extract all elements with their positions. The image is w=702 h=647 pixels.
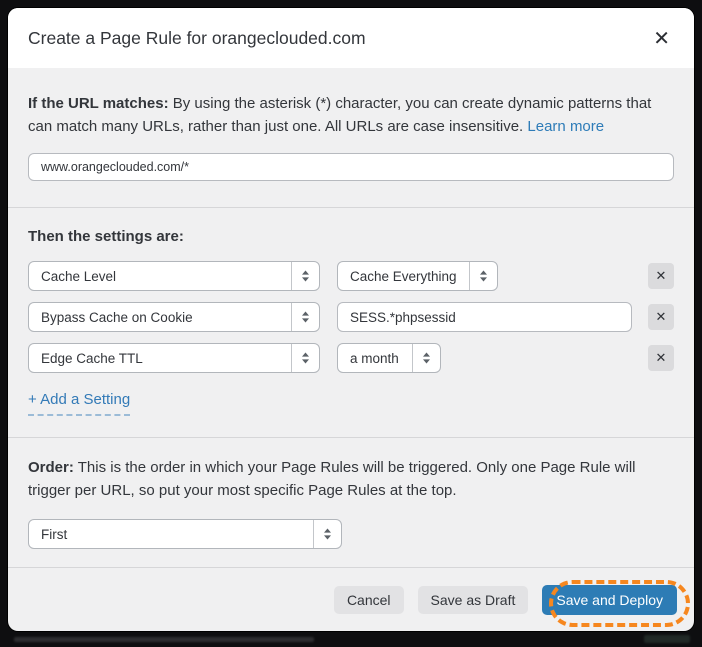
url-match-description: If the URL matches: By using the asteris… bbox=[28, 92, 674, 138]
cancel-button[interactable]: Cancel bbox=[334, 586, 404, 614]
modal-title: Create a Page Rule for orangeclouded.com bbox=[28, 28, 366, 49]
stepper-icon bbox=[469, 262, 497, 290]
setting-row-edge-cache-ttl: Edge Cache TTL a month ✕ bbox=[28, 343, 674, 373]
stepper-icon bbox=[291, 262, 319, 290]
stepper-icon bbox=[291, 344, 319, 372]
modal-header: Create a Page Rule for orangeclouded.com… bbox=[8, 8, 694, 68]
dimmed-page-corner-smudge bbox=[644, 635, 690, 643]
setting-row-cache-level: Cache Level Cache Everything ✕ bbox=[28, 261, 674, 291]
modal-footer: Cancel Save as Draft Save and Deploy bbox=[8, 567, 694, 631]
url-match-lead: If the URL matches: bbox=[28, 95, 169, 112]
setting-value-select-value: a month bbox=[338, 344, 412, 372]
save-as-draft-button[interactable]: Save as Draft bbox=[418, 586, 529, 614]
add-setting-link[interactable]: + Add a Setting bbox=[28, 391, 130, 416]
setting-value-select-value: Cache Everything bbox=[338, 262, 469, 290]
settings-section: Then the settings are: Cache Level Cache… bbox=[8, 207, 694, 437]
close-icon[interactable]: ✕ bbox=[649, 26, 674, 50]
dimmed-page-url-smudge bbox=[14, 637, 314, 642]
remove-setting-button[interactable]: ✕ bbox=[648, 345, 674, 371]
learn-more-link[interactable]: Learn more bbox=[527, 118, 604, 135]
order-section: Order: This is the order in which your P… bbox=[8, 437, 694, 567]
settings-heading: Then the settings are: bbox=[28, 228, 674, 245]
order-select-value: First bbox=[29, 520, 313, 548]
order-lead: Order: bbox=[28, 459, 74, 476]
url-match-section: If the URL matches: By using the asteris… bbox=[8, 68, 694, 207]
setting-select[interactable]: Cache Level bbox=[28, 261, 320, 291]
setting-value-select[interactable]: Cache Everything bbox=[337, 261, 498, 291]
settings-rows: Cache Level Cache Everything ✕ Bypass Ca… bbox=[28, 261, 674, 373]
remove-setting-button[interactable]: ✕ bbox=[648, 304, 674, 330]
setting-select[interactable]: Edge Cache TTL bbox=[28, 343, 320, 373]
stepper-icon bbox=[291, 303, 319, 331]
cookie-value-input[interactable] bbox=[337, 302, 632, 332]
setting-select[interactable]: Bypass Cache on Cookie bbox=[28, 302, 320, 332]
setting-select-value: Bypass Cache on Cookie bbox=[29, 303, 291, 331]
setting-value-select[interactable]: a month bbox=[337, 343, 441, 373]
remove-setting-button[interactable]: ✕ bbox=[648, 263, 674, 289]
stepper-icon bbox=[313, 520, 341, 548]
order-description: Order: This is the order in which your P… bbox=[28, 456, 674, 502]
order-body: This is the order in which your Page Rul… bbox=[28, 459, 636, 499]
save-and-deploy-button[interactable]: Save and Deploy bbox=[542, 585, 677, 615]
setting-row-bypass-cookie: Bypass Cache on Cookie ✕ bbox=[28, 302, 674, 332]
setting-select-value: Edge Cache TTL bbox=[29, 344, 291, 372]
stepper-icon bbox=[412, 344, 440, 372]
order-select[interactable]: First bbox=[28, 519, 342, 549]
setting-select-value: Cache Level bbox=[29, 262, 291, 290]
url-pattern-input[interactable] bbox=[28, 153, 674, 181]
create-page-rule-modal: Create a Page Rule for orangeclouded.com… bbox=[8, 8, 694, 631]
